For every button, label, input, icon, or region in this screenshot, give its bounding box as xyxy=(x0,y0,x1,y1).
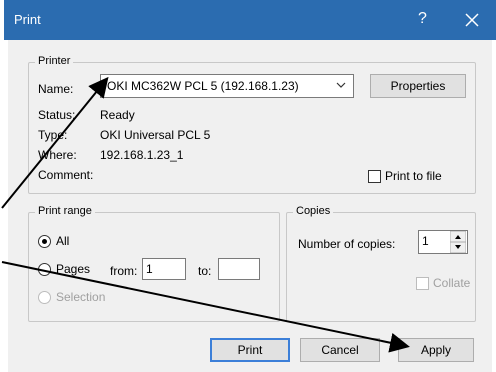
print-to-file-checkbox[interactable] xyxy=(368,170,381,183)
comment-label: Comment: xyxy=(38,168,94,182)
printer-name-select[interactable]: OKI MC362W PCL 5 (192.168.1.23) xyxy=(100,74,354,98)
spinner-icon[interactable] xyxy=(450,231,466,253)
collate-label[interactable]: Collate xyxy=(433,276,470,290)
print-dialog: Print ? Printer Name: OKI MC362W PCL 5 (… xyxy=(4,0,496,372)
dialog-body: Printer Name: OKI MC362W PCL 5 (192.168.… xyxy=(8,40,492,372)
status-value: Ready xyxy=(100,108,135,122)
type-label: Type: xyxy=(38,128,68,142)
all-radio-label[interactable]: All xyxy=(56,234,69,248)
copies-value: 1 xyxy=(422,234,429,248)
to-label: to: xyxy=(198,264,212,278)
dialog-title: Print xyxy=(14,12,41,27)
name-label: Name: xyxy=(38,82,74,96)
collate-checkbox[interactable] xyxy=(416,277,429,290)
number-of-copies-label: Number of copies: xyxy=(298,237,396,251)
properties-button[interactable]: Properties xyxy=(370,74,466,98)
selection-radio-label[interactable]: Selection xyxy=(56,290,105,304)
where-label: Where: xyxy=(38,148,77,162)
printer-name-value: OKI MC362W PCL 5 (192.168.1.23) xyxy=(107,79,299,93)
title-bar: Print ? xyxy=(4,0,496,40)
all-radio[interactable] xyxy=(38,235,51,248)
printer-group-label: Printer xyxy=(35,55,74,67)
selection-radio[interactable] xyxy=(38,291,51,304)
from-label: from: xyxy=(110,264,138,278)
copies-input[interactable]: 1 xyxy=(418,230,468,254)
print-to-file-label[interactable]: Print to file xyxy=(385,169,442,183)
pages-radio-label[interactable]: Pages xyxy=(56,262,90,276)
status-label: Status: xyxy=(38,108,76,122)
from-page-value: 1 xyxy=(146,262,153,276)
print-button[interactable]: Print xyxy=(210,338,290,362)
close-icon[interactable] xyxy=(458,6,486,34)
pages-radio[interactable] xyxy=(38,263,51,276)
print-range-group-label: Print range xyxy=(35,205,95,217)
copies-group-label: Copies xyxy=(293,205,334,217)
help-icon[interactable]: ? xyxy=(418,10,427,28)
chevron-down-icon xyxy=(336,82,346,88)
to-page-input[interactable] xyxy=(218,258,260,280)
from-page-input[interactable]: 1 xyxy=(142,258,186,280)
apply-button[interactable]: Apply xyxy=(398,338,474,362)
type-value: OKI Universal PCL 5 xyxy=(100,128,211,142)
copies-group: Copies xyxy=(286,205,476,322)
where-value: 192.168.1.23_1 xyxy=(100,148,184,162)
cancel-button[interactable]: Cancel xyxy=(300,338,380,362)
